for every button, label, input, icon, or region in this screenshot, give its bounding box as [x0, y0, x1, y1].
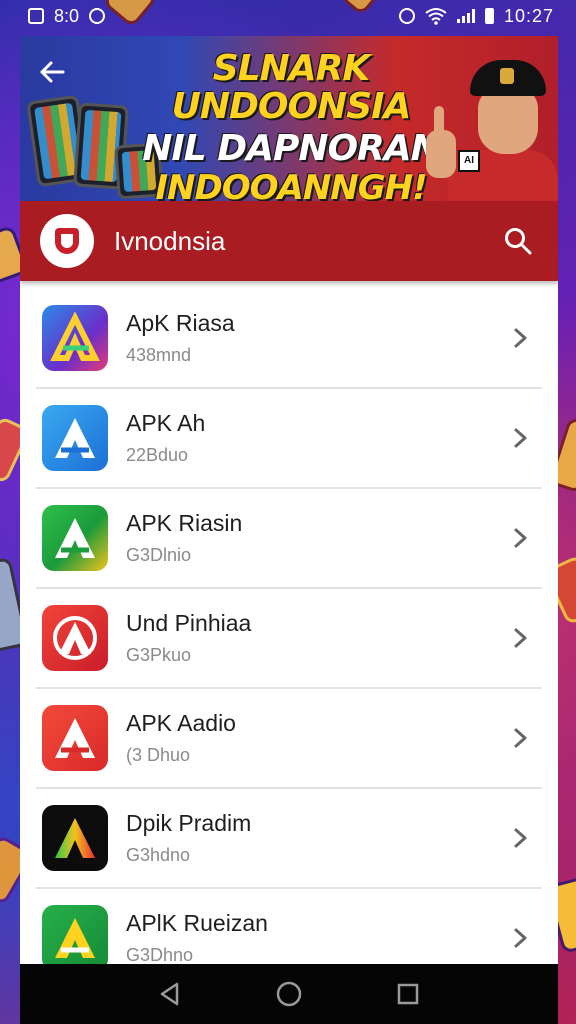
notification-icon — [28, 8, 44, 24]
list-item[interactable]: APK Aadio (3 Dhuo — [36, 689, 542, 789]
chevron-right-icon — [506, 823, 536, 853]
chevron-right-icon — [506, 623, 536, 653]
chevron-right-icon — [506, 423, 536, 453]
list-item[interactable]: APlK Rueizan G3Dhno — [36, 889, 542, 964]
status-time: 10:27 — [503, 5, 554, 26]
chevron-right-icon — [506, 523, 536, 553]
app-name: Dpik Pradim — [126, 810, 252, 836]
status-right: 10:27 — [398, 5, 554, 27]
chevron-right-icon — [506, 323, 536, 353]
apk-icon-red2 — [42, 705, 108, 771]
apk-icon-green — [42, 505, 108, 571]
nav-recents-button[interactable] — [388, 974, 428, 1014]
app-name: ApK Riasa — [126, 310, 235, 336]
app-size: G3Dhno — [126, 945, 194, 964]
app-name: APlK Rueizan — [126, 910, 268, 936]
back-button[interactable] — [32, 52, 72, 92]
page-title: Ivnodnsia — [114, 225, 226, 256]
apk-icon-green2 — [42, 905, 108, 964]
app-logo[interactable] — [40, 214, 94, 268]
list-item[interactable]: ApK Riasa 438mnd — [36, 281, 542, 389]
app-name: APK Ah — [126, 410, 206, 436]
back-icon — [160, 982, 178, 1006]
list-item[interactable]: Dpik Pradim G3hdno — [36, 789, 542, 889]
nav-home-button[interactable] — [269, 974, 309, 1014]
banner-sign: AI — [458, 150, 480, 172]
banner-person-image: AI — [408, 50, 558, 201]
apk-icon-purple — [42, 305, 108, 371]
app-size: (3 Dhuo — [126, 745, 191, 765]
app-list: ApK Riasa 438mnd APK Ah 22Bduo APK Riasi… — [20, 281, 558, 964]
search-icon — [505, 228, 532, 255]
app-panel: SLNARK UNDOONSIA NIL DAPNORAN INDOOANNGH… — [20, 36, 558, 964]
apk-icon-red — [42, 605, 108, 671]
list-item[interactable]: Und Pinhiaa G3Pkuo — [36, 589, 542, 689]
app-size: 22Bduo — [126, 445, 189, 465]
screen-icon — [89, 8, 106, 24]
chevron-right-icon — [506, 923, 536, 953]
recents-icon — [398, 983, 419, 1005]
apk-icon-black — [42, 805, 108, 871]
app-size: G3Dlnio — [126, 545, 192, 565]
nav-back-button[interactable] — [150, 974, 190, 1014]
app-name: APK Aadio — [126, 710, 236, 736]
alarm-icon — [398, 8, 415, 24]
chevron-right-icon — [506, 723, 536, 753]
search-button[interactable] — [498, 221, 538, 261]
status-bar: 8:0 10:27 — [0, 0, 576, 32]
promo-banner[interactable]: SLNARK UNDOONSIA NIL DAPNORAN INDOOANNGH… — [20, 36, 558, 201]
app-size: G3Pkuo — [126, 645, 192, 665]
status-left: 8:0 — [28, 5, 106, 27]
app-size: 438mnd — [126, 345, 192, 365]
arrow-left-icon — [40, 61, 65, 83]
list-item[interactable]: APK Riasin G3Dlnio — [36, 489, 542, 589]
signal-icon — [456, 9, 475, 23]
app-name: Und Pinhiaa — [126, 610, 252, 636]
navigation-bar — [20, 964, 558, 1024]
list-item[interactable]: APK Ah 22Bduo — [36, 389, 542, 489]
app-header: Ivnodnsia — [20, 201, 558, 281]
wifi-icon — [425, 8, 447, 25]
app-name: APK Riasin — [126, 510, 243, 536]
status-left-text: 8:0 — [54, 5, 80, 26]
app-size: G3hdno — [126, 845, 191, 865]
home-icon — [276, 981, 302, 1007]
battery-icon — [484, 8, 494, 24]
apk-icon-blue — [42, 405, 108, 471]
